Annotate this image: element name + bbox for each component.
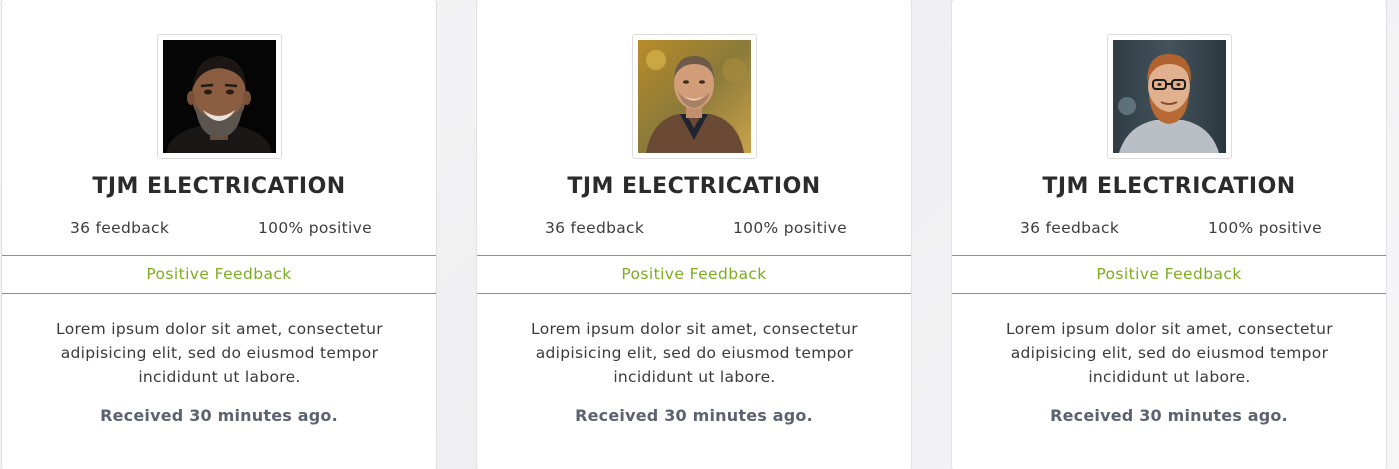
avatar — [1107, 34, 1232, 159]
received-time: Received 30 minutes ago. — [1050, 406, 1288, 425]
positive-feedback-band: Positive Feedback — [952, 255, 1386, 294]
card-description: Lorem ipsum dolor sit amet, consectetur … — [531, 320, 858, 386]
received-time: Received 30 minutes ago. — [100, 406, 338, 425]
card-title: TJM ELECTRICATION — [567, 174, 821, 199]
feedback-count: 36 feedback — [1020, 219, 1120, 237]
avatar-photo — [638, 40, 751, 153]
received-time: Received 30 minutes ago. — [575, 406, 813, 425]
feedback-count: 36 feedback — [545, 219, 645, 237]
positive-rate: 100% positive — [733, 219, 847, 237]
feedback-card: TJM ELECTRICATION 36 feedback 100% posit… — [476, 0, 912, 469]
avatar — [157, 34, 282, 159]
card-stats: 36 feedback 100% positive — [477, 219, 911, 239]
card-description: Lorem ipsum dolor sit amet, consectetur … — [1006, 320, 1333, 386]
positive-rate: 100% positive — [1208, 219, 1322, 237]
card-title: TJM ELECTRICATION — [1042, 174, 1296, 199]
card-description: Lorem ipsum dolor sit amet, consectetur … — [56, 320, 383, 386]
card-title: TJM ELECTRICATION — [92, 174, 346, 199]
positive-rate: 100% positive — [258, 219, 372, 237]
feedback-cards-section: TJM ELECTRICATION 36 feedback 100% posit… — [0, 0, 1399, 469]
feedback-card: TJM ELECTRICATION 36 feedback 100% posit… — [1, 0, 437, 469]
feedback-card: TJM ELECTRICATION 36 feedback 100% posit… — [951, 0, 1387, 469]
feedback-count: 36 feedback — [70, 219, 170, 237]
card-stats: 36 feedback 100% positive — [2, 219, 436, 239]
avatar-photo — [1113, 40, 1226, 153]
avatar — [632, 34, 757, 159]
positive-feedback-band: Positive Feedback — [2, 255, 436, 294]
card-stats: 36 feedback 100% positive — [952, 219, 1386, 239]
positive-feedback-band: Positive Feedback — [477, 255, 911, 294]
avatar-photo — [163, 40, 276, 153]
